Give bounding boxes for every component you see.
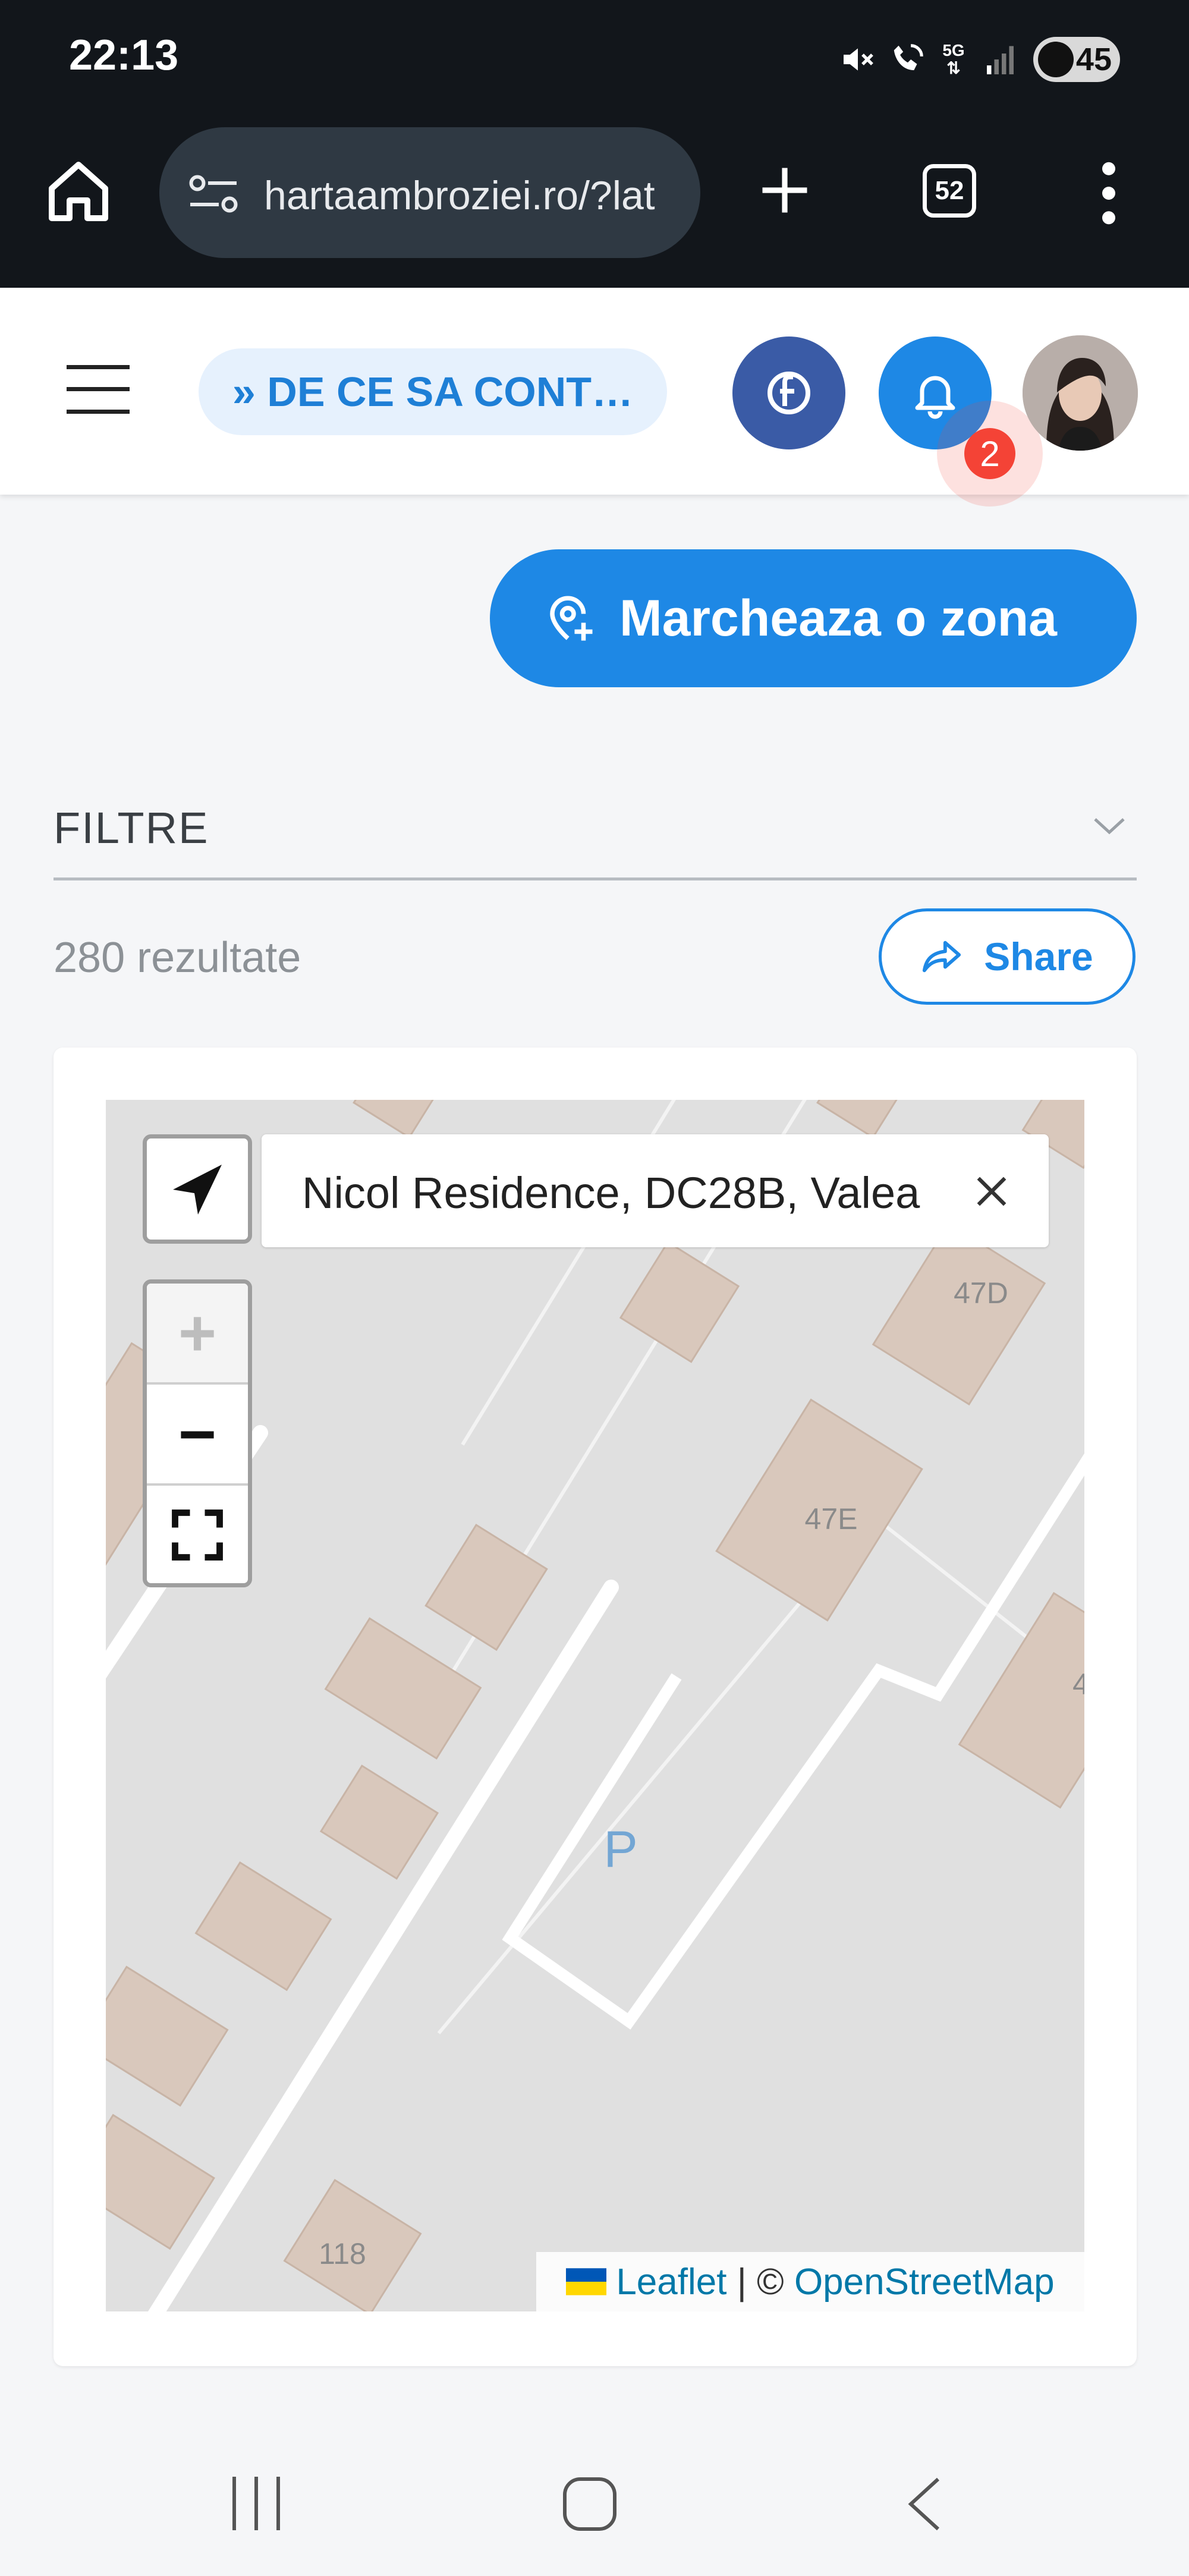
browser-chrome: 22:13 5G ⇅ 45 hartaambroziei.ro/?lat 52 (0, 0, 1189, 288)
zoom-out-button[interactable]: − (147, 1385, 248, 1486)
fullscreen-icon (172, 1509, 223, 1561)
back-button[interactable] (904, 2476, 945, 2536)
signal-icon (981, 36, 1023, 83)
browser-menu-button[interactable] (1094, 161, 1124, 226)
home-icon (49, 162, 108, 221)
notification-count: 2 (964, 428, 1015, 479)
network-5g-icon: 5G ⇅ (942, 41, 965, 77)
locate-me-button[interactable] (143, 1134, 252, 1244)
filters-toggle[interactable]: FILTRE (54, 803, 209, 853)
battery-level: 45 (1075, 42, 1112, 77)
mark-zone-button[interactable]: Marcheaza o zona (490, 549, 1137, 687)
map-attribution: Leaflet | © OpenStreetMap (536, 2252, 1084, 2311)
recent-apps-icon (232, 2477, 280, 2530)
avatar[interactable] (1023, 335, 1138, 451)
status-time: 22:13 (69, 32, 179, 79)
map-label-118: 118 (319, 2237, 366, 2270)
location-add-icon (550, 596, 593, 641)
map-search-box[interactable]: Nicol Residence, DC28B, Valea (262, 1134, 1049, 1247)
map-tiles: 47D 47E 4 P 118 (106, 1100, 1084, 2311)
system-navigation-bar (0, 2443, 1189, 2576)
map-label-47e: 47E (805, 1502, 858, 1536)
openstreetmap-link[interactable]: OpenStreetMap (794, 2261, 1055, 2303)
site-settings-icon[interactable] (187, 172, 240, 215)
menu-icon (67, 365, 130, 414)
url-text: hartaambroziei.ro/?lat (264, 173, 655, 218)
network-label: 5G (942, 41, 965, 59)
recent-apps-button[interactable] (229, 2477, 283, 2533)
divider (54, 877, 1137, 880)
mark-zone-label: Marcheaza o zona (619, 589, 1057, 647)
user-photo (1023, 335, 1138, 451)
home-nav-button[interactable] (561, 2476, 618, 2536)
ukraine-flag-icon (566, 2268, 607, 2295)
navigation-arrow-icon (173, 1165, 222, 1215)
address-bar[interactable]: hartaambroziei.ro/?lat (159, 127, 700, 258)
battery-indicator: 45 (1033, 37, 1120, 82)
power-saving-icon (1038, 42, 1074, 77)
zoom-in-button[interactable]: + (147, 1284, 248, 1385)
new-tab-button[interactable] (755, 161, 814, 220)
facebook-icon (767, 372, 810, 414)
share-icon (923, 941, 961, 973)
leaflet-link[interactable]: Leaflet (616, 2261, 726, 2303)
clear-search-button[interactable] (969, 1169, 1014, 1214)
map-search-input[interactable]: Nicol Residence, DC28B, Valea (302, 1168, 920, 1218)
map-label-4: 4 (1072, 1668, 1084, 1701)
promo-link[interactable]: » DE CE SA CONT… (199, 348, 667, 435)
close-icon (977, 1177, 1006, 1206)
facebook-button[interactable] (732, 336, 845, 449)
chevron-down-icon[interactable] (1092, 814, 1127, 838)
wifi-call-icon (887, 36, 929, 83)
mute-icon (837, 36, 879, 83)
fullscreen-button[interactable] (147, 1486, 248, 1583)
tab-switcher-button[interactable]: 52 (923, 164, 976, 218)
plus-icon (762, 168, 807, 213)
home-button[interactable] (43, 156, 114, 227)
attribution-separator: | © (726, 2261, 794, 2303)
more-vert-icon (1102, 162, 1115, 225)
site-header: » DE CE SA CONT… 2 (0, 288, 1189, 507)
map[interactable]: 47D 47E 4 P 118 Nicol Residence, DC28B, … (106, 1100, 1084, 2311)
back-icon (908, 2477, 940, 2531)
zoom-controls: + − (143, 1279, 252, 1587)
parking-label: P (603, 1821, 637, 1878)
results-count: 280 rezultate (54, 934, 301, 982)
share-label: Share (984, 935, 1093, 979)
share-button[interactable]: Share (879, 908, 1135, 1005)
notification-badge: 2 (937, 401, 1043, 507)
map-card: 47D 47E 4 P 118 Nicol Residence, DC28B, … (54, 1048, 1137, 2366)
hamburger-menu-button[interactable] (67, 365, 130, 414)
home-circle-icon (563, 2477, 616, 2531)
map-label-47d: 47D (954, 1276, 1008, 1310)
